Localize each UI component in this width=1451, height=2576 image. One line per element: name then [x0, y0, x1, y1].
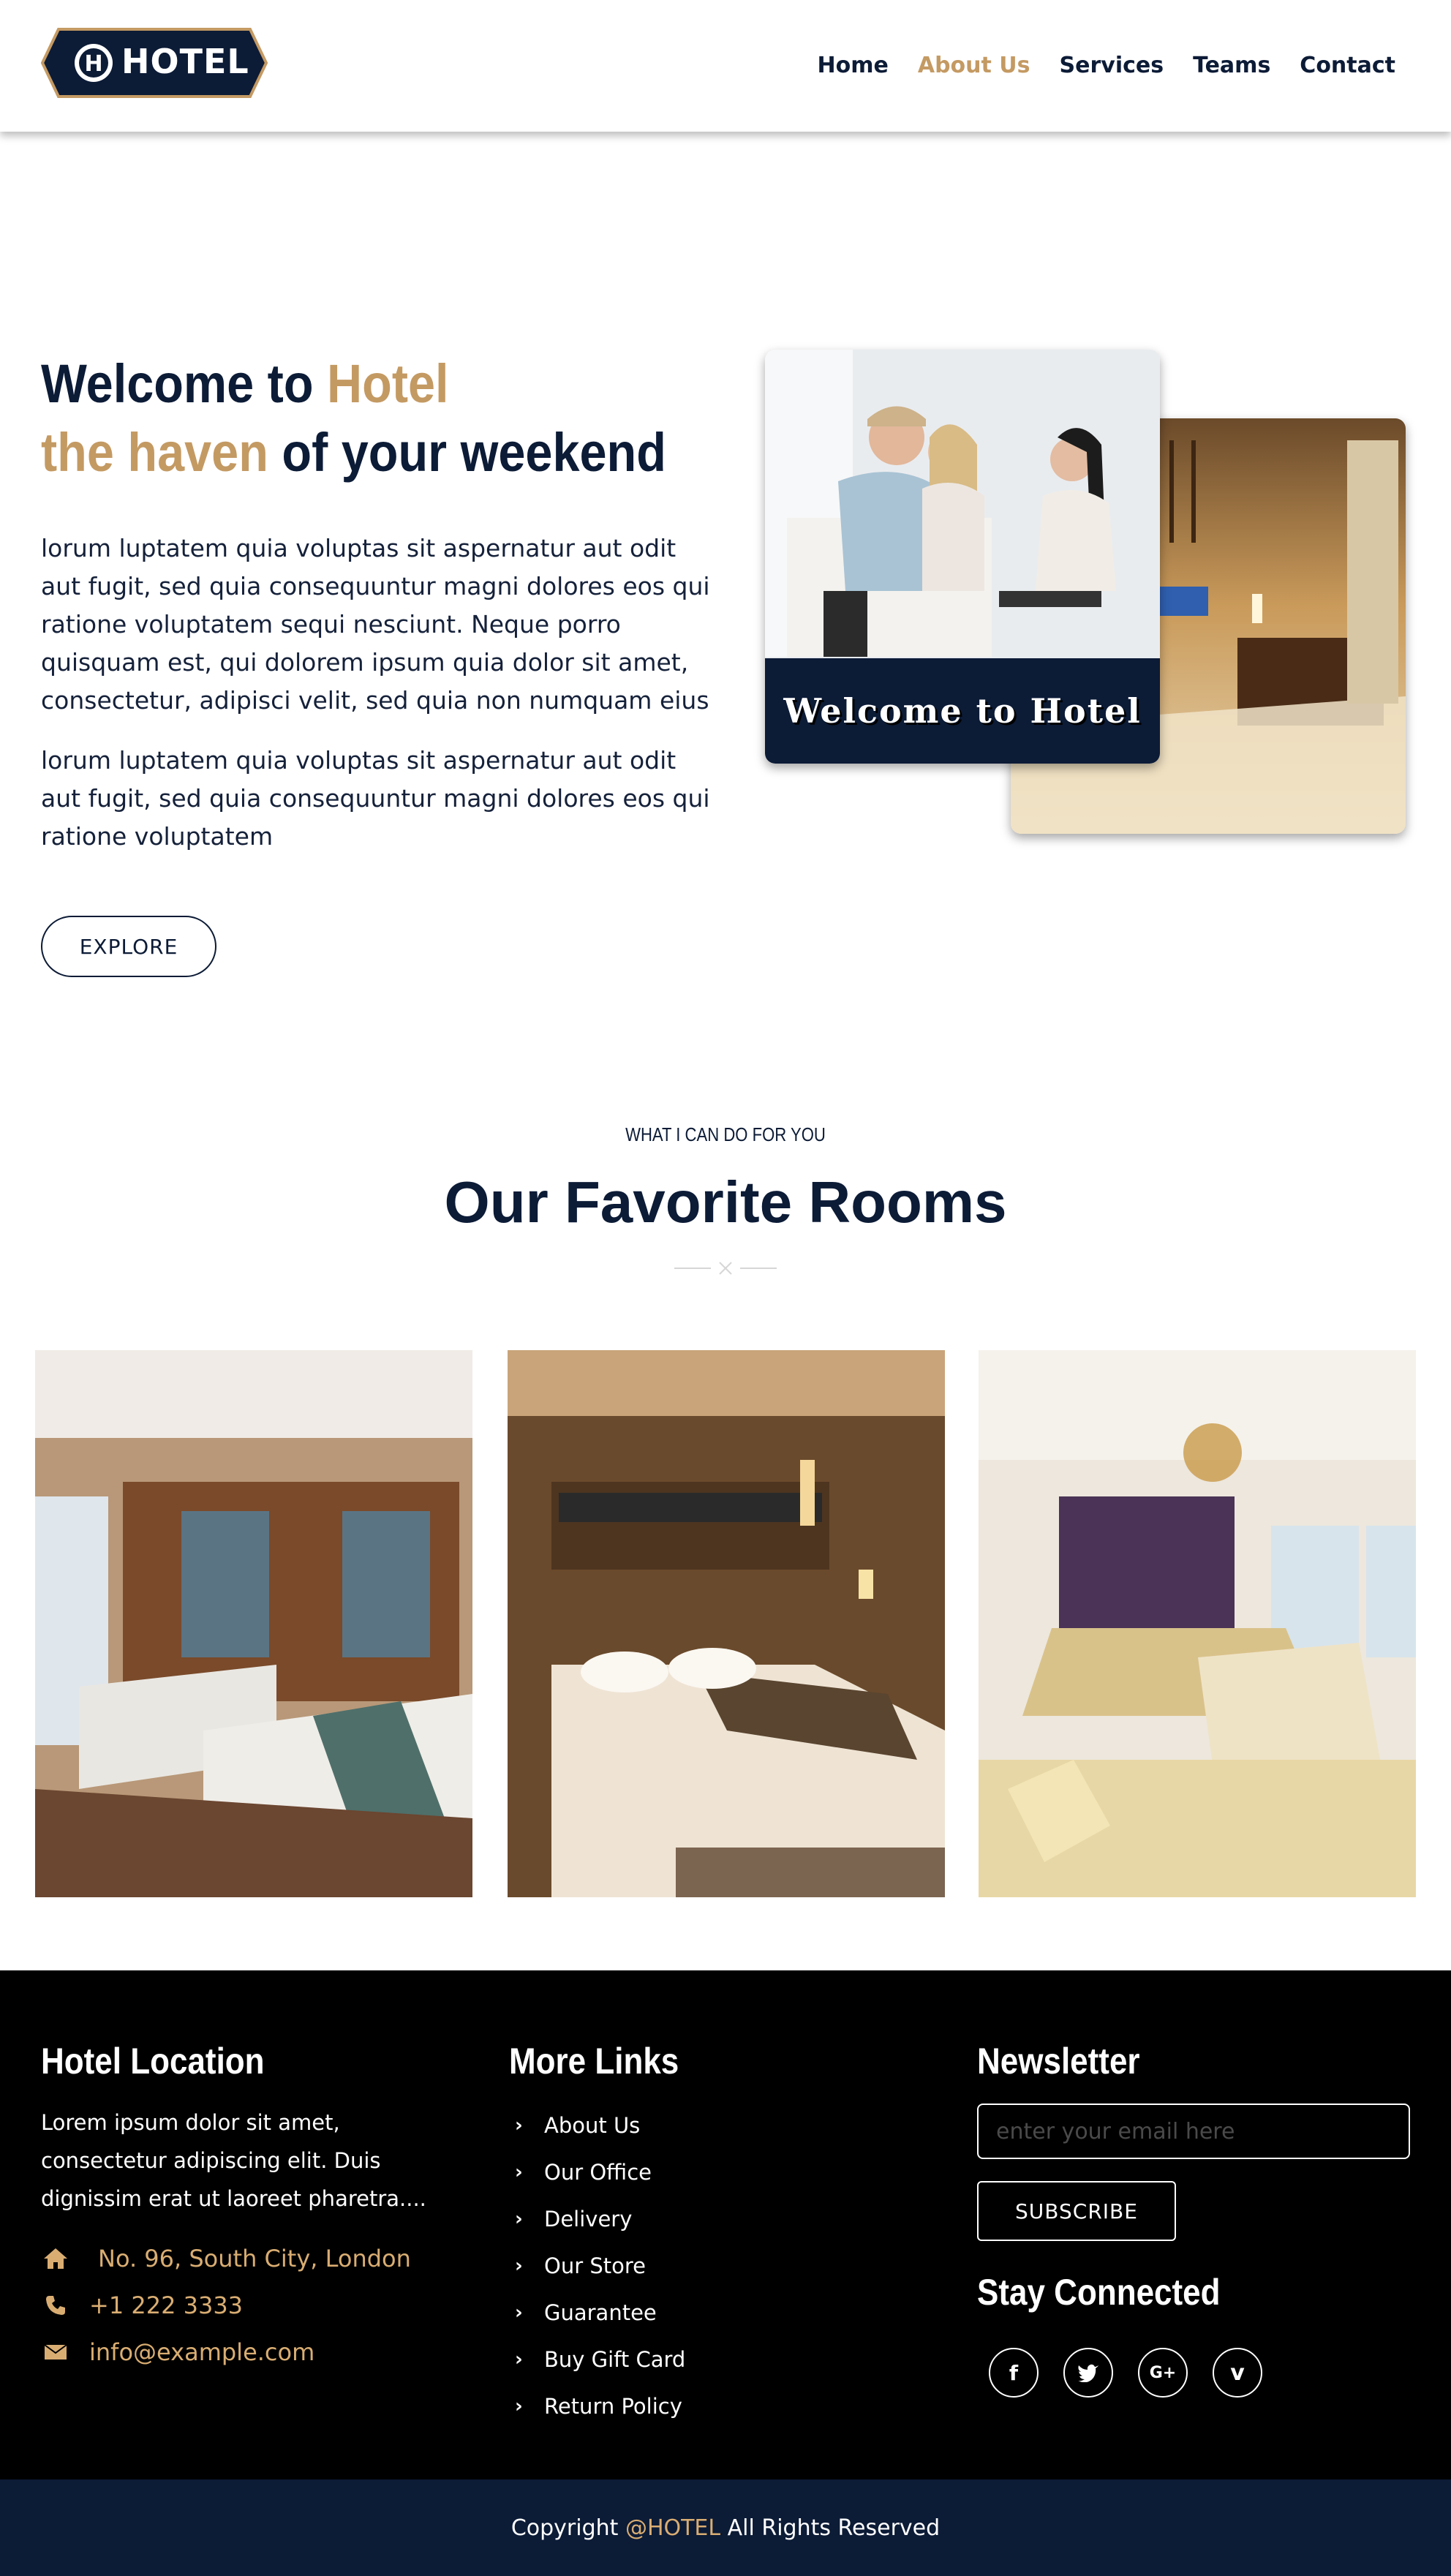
hero-paragraph-1: lorum luptatem quia voluptas sit asperna… — [41, 534, 710, 715]
svg-text:H: H — [84, 51, 102, 77]
logo-text: HOTEL — [121, 42, 249, 81]
room-image-king[interactable] — [508, 1350, 945, 1897]
footer-link-delivery[interactable]: › Delivery — [509, 2196, 919, 2242]
footer-email-text: info@example.com — [89, 2338, 315, 2366]
footer-link-label: Our Store — [544, 2253, 646, 2278]
chevron-right-icon: › — [515, 2114, 523, 2136]
hero-title: Welcome to Hotel the haven of your weeke… — [41, 350, 666, 487]
welcome-caption: Welcome to Hotel — [783, 691, 1142, 731]
chevron-right-icon: › — [515, 2395, 523, 2417]
footer-email[interactable]: info@example.com — [41, 2332, 465, 2373]
room-image-suite[interactable] — [979, 1350, 1416, 1897]
phone-icon — [41, 2293, 70, 2318]
copyright-bar: Copyright @HOTEL All Rights Reserved — [0, 2479, 1451, 2576]
hotel-logo[interactable]: H HOTEL — [40, 28, 268, 98]
footer-phone-text: +1 222 3333 — [89, 2291, 244, 2319]
footer-link-buy-gift-card[interactable]: › Buy Gift Card — [509, 2336, 919, 2383]
social-links: f G+ v — [977, 2348, 1416, 2398]
rooms-title: Our Favorite Rooms — [444, 1170, 1007, 1235]
footer-link-label: Guarantee — [544, 2300, 657, 2325]
hero-title-gold1: Hotel — [327, 353, 449, 414]
footer-location-heading: Hotel Location — [41, 2041, 265, 2082]
explore-button[interactable]: EXPLORE — [41, 916, 216, 977]
copyright-brand[interactable]: @HOTEL — [625, 2515, 720, 2541]
footer-location-description: Lorem ipsum dolor sit amet, consectetur … — [41, 2110, 426, 2211]
room-image-twin[interactable] — [35, 1350, 472, 1897]
hero-title-part1: Welcome to — [41, 353, 328, 414]
nav-contact[interactable]: Contact — [1300, 51, 1395, 80]
welcome-caption-band: Welcome to Hotel — [765, 658, 1160, 764]
chevron-right-icon: › — [515, 2208, 523, 2230]
chevron-right-icon: › — [515, 2255, 523, 2277]
footer-link-label: About Us — [544, 2113, 641, 2138]
nav-about-us[interactable]: About Us — [918, 51, 1030, 80]
envelope-icon — [41, 2340, 70, 2365]
footer-link-guarantee[interactable]: › Guarantee — [509, 2289, 919, 2336]
footer-link-label: Our Office — [544, 2160, 652, 2185]
footer-link-our-office[interactable]: › Our Office — [509, 2149, 919, 2196]
section-divider-icon — [674, 1262, 777, 1275]
footer-links-list: › About Us › Our Office › Delivery › Our Sto… — [509, 2102, 919, 2430]
site-header: H HOTEL Home About Us Services Teams Con… — [0, 0, 1451, 132]
chevron-right-icon: › — [515, 2349, 523, 2370]
footer-link-about-us[interactable]: › About Us — [509, 2102, 919, 2149]
home-icon — [41, 2246, 70, 2271]
footer-address-text: No. 96, South City, London — [98, 2245, 411, 2272]
hero-title-part2: of your weekend — [268, 422, 666, 483]
copyright-suffix: All Rights Reserved — [720, 2515, 941, 2541]
newsletter-heading: Newsletter — [977, 2041, 1140, 2082]
footer-links-column: More Links › About Us › Our Office › Delive… — [509, 2039, 919, 2430]
hero-title-gold2: the haven — [41, 422, 268, 483]
chevron-right-icon: › — [515, 2302, 523, 2324]
vimeo-icon[interactable]: v — [1213, 2348, 1262, 2398]
nav-services[interactable]: Services — [1060, 51, 1164, 80]
footer-link-our-store[interactable]: › Our Store — [509, 2242, 919, 2289]
footer-newsletter-column: Newsletter SUBSCRIBE Stay Connected f G+… — [977, 2039, 1416, 2398]
nav-home[interactable]: Home — [818, 51, 889, 80]
footer-link-label: Return Policy — [544, 2394, 682, 2419]
footer-link-return-policy[interactable]: › Return Policy — [509, 2383, 919, 2430]
main-nav: Home About Us Services Teams Contact — [818, 51, 1395, 80]
nav-teams[interactable]: Teams — [1193, 51, 1270, 80]
google-plus-icon[interactable]: G+ — [1138, 2348, 1188, 2398]
chevron-right-icon: › — [515, 2161, 523, 2183]
hotel-reception-image: Welcome to Hotel — [765, 350, 1160, 764]
footer-phone[interactable]: +1 222 3333 — [41, 2285, 465, 2326]
subscribe-button[interactable]: SUBSCRIBE — [977, 2181, 1176, 2241]
hero-paragraph-2: lorum luptatem quia voluptas sit asperna… — [41, 746, 710, 851]
newsletter-email-input[interactable] — [977, 2104, 1410, 2159]
footer-address: No. 96, South City, London — [41, 2238, 465, 2279]
twitter-icon[interactable] — [1063, 2348, 1113, 2398]
facebook-icon[interactable]: f — [989, 2348, 1039, 2398]
footer-link-label: Delivery — [544, 2207, 633, 2232]
footer-location-column: Hotel Location Lorem ipsum dolor sit ame… — [41, 2039, 465, 2373]
footer-links-heading: More Links — [509, 2041, 679, 2082]
copyright-prefix: Copyright — [510, 2515, 625, 2541]
stay-connected-heading: Stay Connected — [977, 2272, 1221, 2313]
footer-link-label: Buy Gift Card — [544, 2347, 686, 2372]
rooms-subtitle: WHAT I CAN DO FOR YOU — [625, 1123, 826, 1145]
site-footer: Hotel Location Lorem ipsum dolor sit ame… — [0, 1970, 1451, 2479]
